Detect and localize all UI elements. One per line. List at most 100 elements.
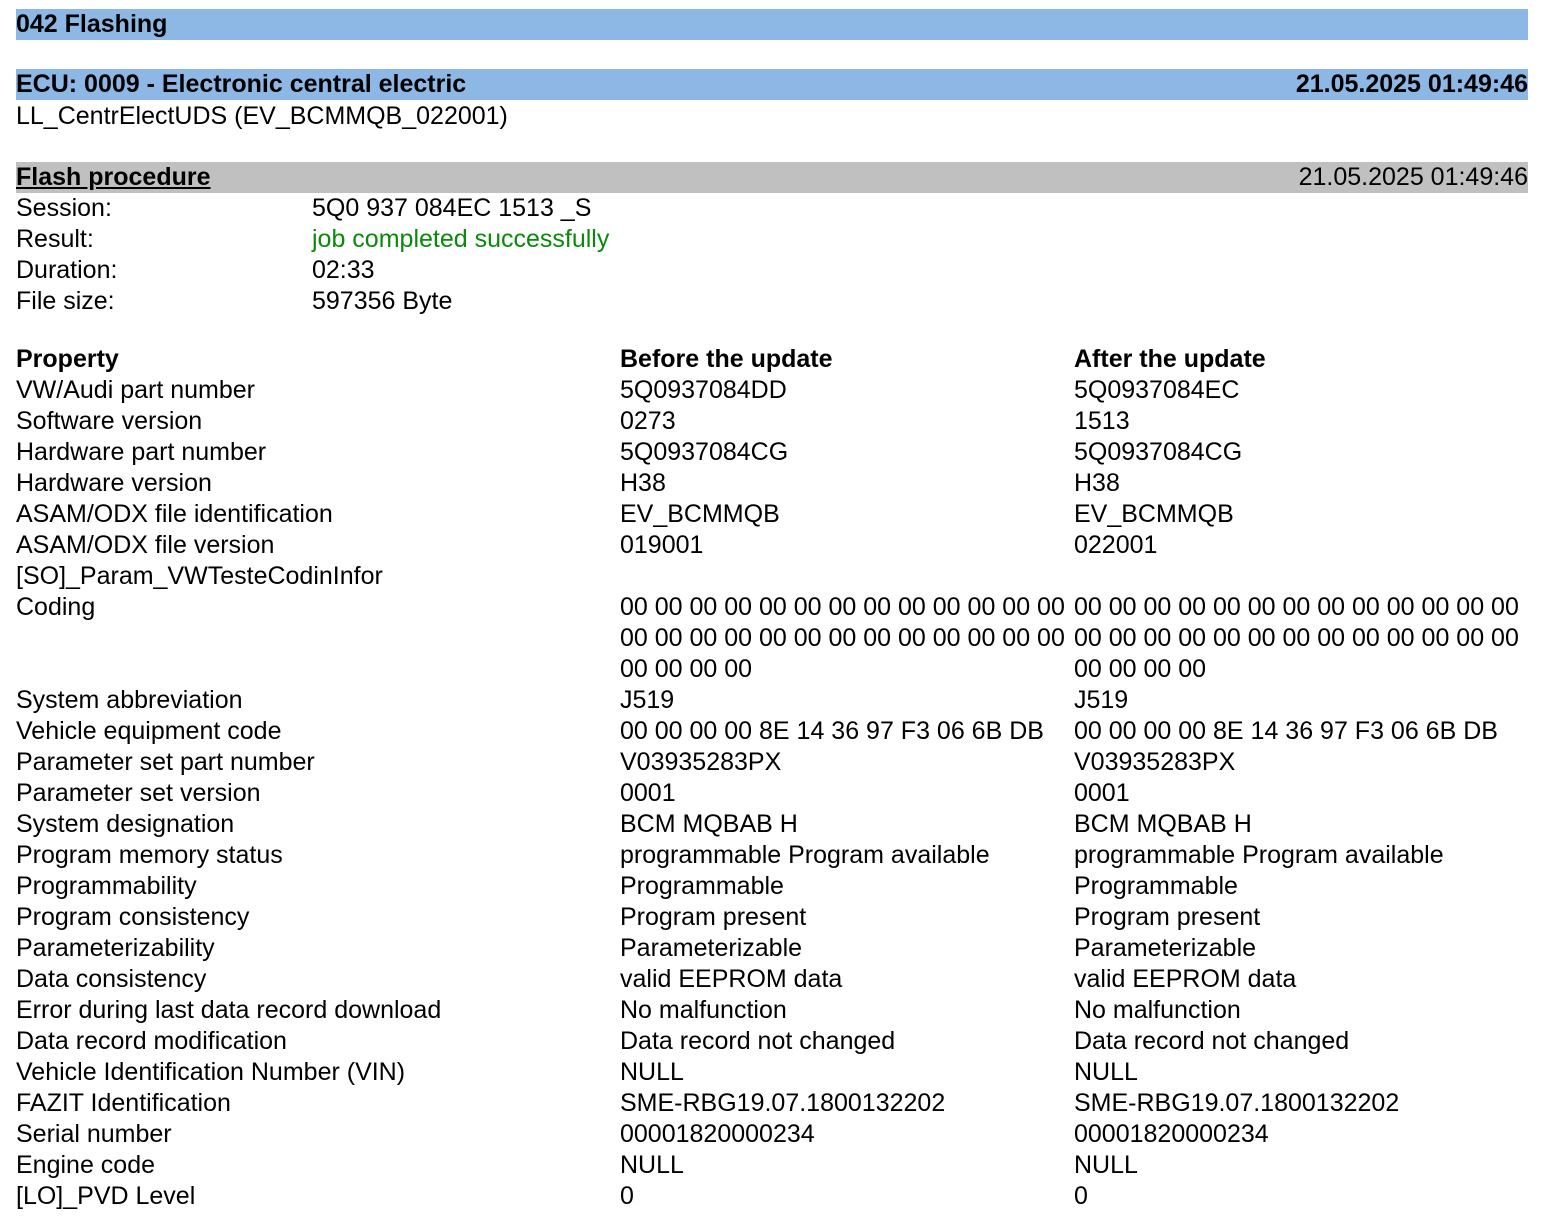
table-row: FAZIT Identification SME-RBG19.07.1800132… xyxy=(16,1088,1528,1119)
table-row: Data consistency valid EEPROM data valid E… xyxy=(16,964,1528,995)
property-name: [SO]_Param_VWTesteCodinInfor xyxy=(16,562,383,590)
value-after: 0001 xyxy=(1074,779,1130,807)
value-after: V03935283PX xyxy=(1074,748,1236,776)
table-row: Vehicle equipment code 00 00 00 00 8E 14 … xyxy=(16,716,1528,747)
property-name: Hardware part number xyxy=(16,438,267,466)
property-name: Vehicle Identification Number (VIN) xyxy=(16,1058,406,1086)
value-before: programmable Program available xyxy=(620,841,990,869)
table-row: VW/Audi part number 5Q0937084DD 5Q0937084E… xyxy=(16,375,1528,406)
property-name: System designation xyxy=(16,810,235,838)
flash-field-duration: Duration: 02:33 xyxy=(16,255,1528,286)
table-row: Vehicle Identification Number (VIN) NULL N… xyxy=(16,1057,1528,1088)
value-before: J519 xyxy=(620,686,675,714)
value-before: 0273 xyxy=(620,407,676,435)
property-name: Data record modification xyxy=(16,1027,287,1055)
value-before: 00001820000234 xyxy=(620,1120,815,1148)
property-name: Coding xyxy=(16,593,96,621)
property-name: Serial number xyxy=(16,1120,172,1148)
table-row: Hardware part number 5Q0937084CG 5Q0937084… xyxy=(16,437,1528,468)
ecu-header: ECU: 0009 - Electronic central electric … xyxy=(16,69,1528,100)
value-after: 022001 xyxy=(1074,531,1158,559)
value-after: NULL xyxy=(1074,1058,1138,1086)
field-label: Duration: xyxy=(16,256,118,284)
value-after: BCM MQBAB H xyxy=(1074,810,1252,838)
table-row: Programmability Programmable Programmable xyxy=(16,871,1528,902)
table-row: Data record modification Data record not … xyxy=(16,1026,1528,1057)
value-after: Data record not changed xyxy=(1074,1027,1350,1055)
table-row: Parameter set version 0001 0001 xyxy=(16,778,1528,809)
table-row: Program consistency Program present Progra… xyxy=(16,902,1528,933)
property-name: Parameter set version xyxy=(16,779,261,807)
table-row: Error during last data record download No… xyxy=(16,995,1528,1026)
value-after: valid EEPROM data xyxy=(1074,965,1297,993)
property-name: ASAM/ODX file version xyxy=(16,531,275,559)
table-row: Serial number 00001820000234 0000182000023… xyxy=(16,1119,1528,1150)
property-name: Program memory status xyxy=(16,841,283,869)
value-before: 0001 xyxy=(620,779,676,807)
flash-procedure-title: Flash procedure xyxy=(16,163,211,191)
property-name: Program consistency xyxy=(16,903,250,931)
property-name: [LO]_PVD Level xyxy=(16,1182,196,1210)
property-name: Software version xyxy=(16,407,203,435)
value-after: Parameterizable xyxy=(1074,934,1257,962)
value-before: Parameterizable xyxy=(620,934,803,962)
value-after: NULL xyxy=(1074,1151,1138,1179)
value-before: valid EEPROM data xyxy=(620,965,843,993)
value-after: J519 xyxy=(1074,686,1129,714)
flash-field-session: Session: 5Q0 937 084EC 1513 _S xyxy=(16,193,1528,224)
table-row: Program memory status programmable Progra… xyxy=(16,840,1528,871)
field-value: 02:33 xyxy=(312,256,375,284)
field-value: 5Q0 937 084EC 1513 _S xyxy=(312,194,592,222)
value-before: No malfunction xyxy=(620,996,787,1024)
value-after: SME-RBG19.07.1800132202 xyxy=(1074,1089,1400,1117)
property-name: VW/Audi part number xyxy=(16,376,255,404)
property-name: Programmability xyxy=(16,872,197,900)
value-after: 5Q0937084CG xyxy=(1074,438,1243,466)
value-before: NULL xyxy=(620,1058,684,1086)
table-row: ASAM/ODX file identification EV_BCMMQB EV_… xyxy=(16,499,1528,530)
property-name: Vehicle equipment code xyxy=(16,717,282,745)
field-label: Session: xyxy=(16,194,112,222)
value-before: 5Q0937084DD xyxy=(620,376,787,404)
property-name: FAZIT Identification xyxy=(16,1089,231,1117)
column-header-before: Before the update xyxy=(620,345,833,373)
value-before: Data record not changed xyxy=(620,1027,896,1055)
table-row: Software version 0273 1513 xyxy=(16,406,1528,437)
value-before: Programmable xyxy=(620,872,784,900)
value-before: 0 xyxy=(620,1182,634,1210)
value-before: 00 00 00 00 00 00 00 00 00 00 00 00 00 0… xyxy=(620,593,1065,683)
value-before: NULL xyxy=(620,1151,684,1179)
value-after: No malfunction xyxy=(1074,996,1241,1024)
value-after: H38 xyxy=(1074,469,1120,497)
value-before: EV_BCMMQB xyxy=(620,500,780,528)
table-row: Hardware version H38 H38 xyxy=(16,468,1528,499)
value-after: programmable Program available xyxy=(1074,841,1444,869)
value-before: H38 xyxy=(620,469,666,497)
value-before: BCM MQBAB H xyxy=(620,810,798,838)
table-row: System designation BCM MQBAB H BCM MQBAB H xyxy=(16,809,1528,840)
value-after: 0 xyxy=(1074,1182,1088,1210)
property-name: System abbreviation xyxy=(16,686,243,714)
value-after: 1513 xyxy=(1074,407,1130,435)
value-after: EV_BCMMQB xyxy=(1074,500,1234,528)
result-value: job completed successfully xyxy=(312,225,610,253)
section-header: 042 Flashing xyxy=(16,9,1528,40)
value-after: 00001820000234 xyxy=(1074,1120,1269,1148)
flash-details: Session: 5Q0 937 084EC 1513 _S Result: j… xyxy=(16,193,1528,317)
field-label: File size: xyxy=(16,287,115,315)
table-row: Coding 00 00 00 00 00 00 00 00 00 00 00 0… xyxy=(16,592,1528,685)
property-name: Parameter set part number xyxy=(16,748,315,776)
flash-procedure-timestamp: 21.05.2025 01:49:46 xyxy=(1298,163,1528,191)
table-row: Engine code NULL NULL xyxy=(16,1150,1528,1181)
flash-procedure-header: Flash procedure 21.05.2025 01:49:46 xyxy=(16,162,1528,193)
property-name: Data consistency xyxy=(16,965,207,993)
ecu-title: ECU: 0009 - Electronic central electric xyxy=(16,70,467,98)
section-title: 042 Flashing xyxy=(16,10,168,38)
value-before: 019001 xyxy=(620,531,704,559)
value-after: Program present xyxy=(1074,903,1261,931)
table-row: Parameterizability Parameterizable Paramet… xyxy=(16,933,1528,964)
table-row: [LO]_PVD Level 0 0 xyxy=(16,1181,1528,1212)
table-row: Parameter set part number V03935283PX V039… xyxy=(16,747,1528,778)
table-header: Property Before the update After the upd… xyxy=(16,344,1528,375)
flash-field-file-size: File size: 597356 Byte xyxy=(16,286,1528,317)
